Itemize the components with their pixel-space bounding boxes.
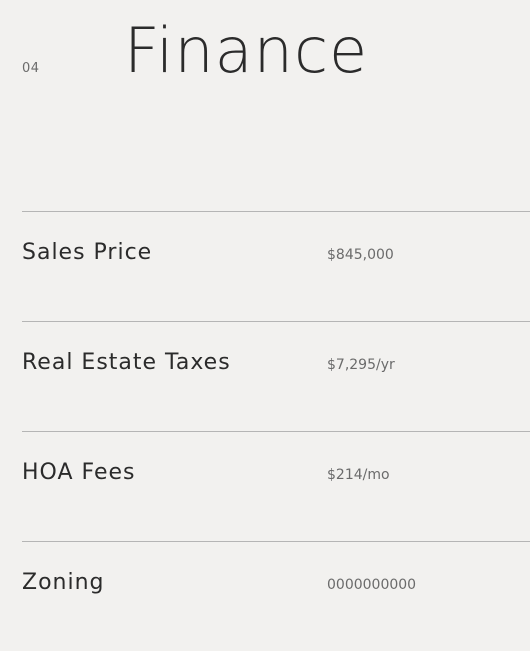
finance-row-sales-price: Sales Price $845,000: [22, 211, 530, 321]
row-label: Zoning: [22, 570, 105, 595]
finance-row-real-estate-taxes: Real Estate Taxes $7,295/yr: [22, 321, 530, 431]
row-value: 0000000000: [327, 577, 417, 593]
finance-table: Sales Price $845,000 Real Estate Taxes $…: [22, 211, 530, 651]
row-value: $214/mo: [327, 467, 390, 483]
row-label: Sales Price: [22, 240, 153, 265]
section-title: Finance: [124, 14, 369, 87]
section-number: 04: [22, 61, 40, 76]
finance-row-hoa-fees: HOA Fees $214/mo: [22, 431, 530, 541]
row-value: $7,295/yr: [327, 357, 395, 373]
row-label: HOA Fees: [22, 460, 136, 485]
row-label: Real Estate Taxes: [22, 350, 231, 375]
row-value: $845,000: [327, 247, 394, 263]
finance-row-zoning: Zoning 0000000000: [22, 541, 530, 651]
